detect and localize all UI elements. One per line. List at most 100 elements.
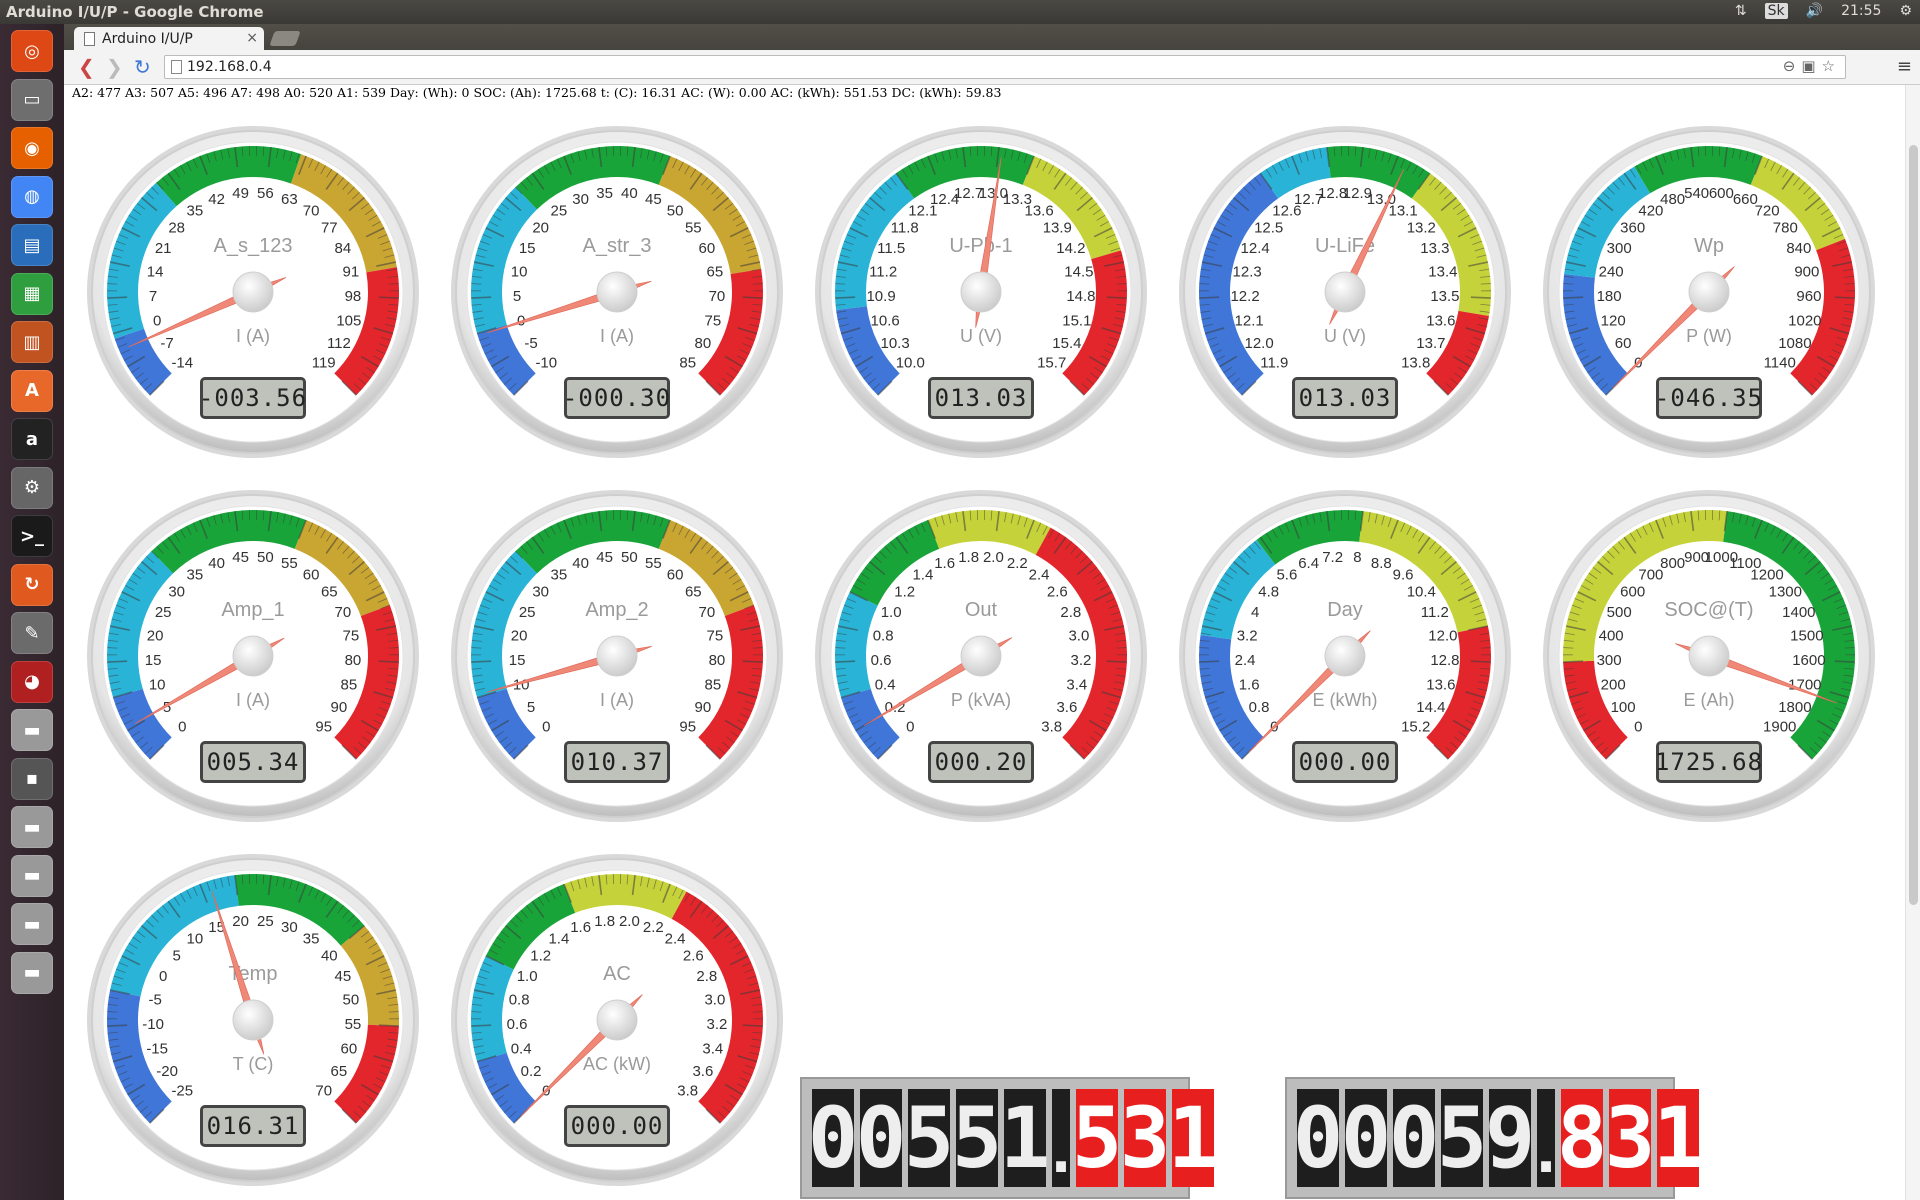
gimp-icon[interactable]: ✎ <box>11 612 53 654</box>
update-manager-icon[interactable]: ↻ <box>11 563 53 606</box>
gauge-tick-label: 180 <box>1597 288 1622 305</box>
gauge-tick-label: 200 <box>1601 677 1626 694</box>
gauge-g5: 0601201802403003604204805406006607207808… <box>1539 122 1879 462</box>
drive-icon[interactable]: ▬ <box>11 854 53 897</box>
gauge-tick <box>1470 660 1491 663</box>
volume-icon[interactable]: 🔊 <box>1806 3 1823 19</box>
impress-icon[interactable]: ▥ <box>11 321 53 363</box>
gauge-title: Amp_1 <box>221 599 284 621</box>
gauge-tick-label: 2.2 <box>643 919 664 936</box>
gauge-tick-label: 3.6 <box>692 1063 713 1080</box>
gauge-hub <box>1324 271 1366 313</box>
gauge-lcd-readout: 1725.68 <box>1655 741 1762 783</box>
gauge-tick-label: 240 <box>1599 263 1624 280</box>
browser-tab[interactable]: Arduino I/U/P × <box>74 27 264 50</box>
gauge-hub <box>232 999 274 1041</box>
gauge-tick-label: 56 <box>257 185 274 202</box>
software-center-icon[interactable]: A <box>11 369 53 412</box>
gauge-tick-label: 13.9 <box>1043 219 1072 236</box>
back-icon[interactable]: ❮ <box>78 55 95 79</box>
scrollbar-thumb[interactable] <box>1909 145 1918 905</box>
gauge-tick-label: 2.4 <box>1029 567 1050 584</box>
gauge-g4: 11.9 12.0 12.1 12.2 12.3 12.4 12.5 12.6 12.7 12.8… <box>1175 122 1515 462</box>
gauge-tick-label: 0.6 <box>507 1016 528 1033</box>
clock[interactable]: 21:55 <box>1841 3 1881 19</box>
files-icon[interactable]: ▭ <box>11 78 53 121</box>
gauge-tick-label: 13.2 <box>1407 219 1436 236</box>
gauge-lcd-readout: 000.00 <box>1292 741 1398 783</box>
bookmark-star-icon[interactable]: ☆ <box>1822 57 1841 75</box>
gauge-tick-label: 11.8 <box>891 219 919 236</box>
gauge-tick-label: 0 <box>1634 719 1642 736</box>
gauge-title: Wp <box>1694 235 1724 257</box>
gauge-title: Out <box>965 599 998 621</box>
gauge-g3: 10.0 10.3 10.6 10.9 11.2 11.5 11.8 12.1 12.4 12.7… <box>811 122 1151 462</box>
gauge-tick-label: 25 <box>257 913 274 930</box>
network-icon[interactable]: ◕ <box>11 660 53 703</box>
gauge-tick-label: 91 <box>343 263 360 280</box>
drive-icon[interactable]: ▬ <box>11 806 53 848</box>
chrome-menu-icon[interactable]: ≡ <box>1897 56 1912 77</box>
gauge-lcd-readout: -000.30 <box>563 377 670 419</box>
omnibox-tools[interactable]: ⊖▣☆ <box>1783 57 1841 75</box>
gauge-tick-label: 12.5 <box>1254 219 1283 236</box>
drive-icon[interactable]: ▬ <box>11 709 53 751</box>
drive-icon[interactable]: ▬ <box>11 951 53 994</box>
gauge-g7: 0 5 10 15 20 25 30 35 40 45 50 55 60 65 70 75 80 85 90 95 Am… <box>447 486 787 826</box>
gauge-units: I (A) <box>600 326 634 346</box>
firefox-icon[interactable]: ◉ <box>11 127 53 169</box>
drive-icon[interactable]: ▬ <box>11 903 53 945</box>
gauge-tick-label: 1.6 <box>1239 677 1260 694</box>
gauge-tick-label: 1900 <box>1763 719 1796 736</box>
gauge-lcd-readout: -046.35 <box>1655 377 1762 419</box>
terminal-icon[interactable]: >_ <box>11 515 53 557</box>
gauge-tick <box>742 660 763 663</box>
gauge-tick-label: 70 <box>709 288 726 305</box>
keyboard-layout-indicator[interactable]: Sk <box>1764 3 1788 19</box>
url-text[interactable]: 192.168.0.4 <box>187 59 272 75</box>
new-tab-button[interactable] <box>269 31 301 46</box>
gauge-tick-label: 25 <box>551 203 568 220</box>
gauge-tick-label: 30 <box>532 583 549 600</box>
gauge-tick-label: 13.6 <box>1426 313 1455 330</box>
gauge-tick-label: -14 <box>171 355 193 372</box>
gauge-tick <box>1106 660 1127 663</box>
forward-icon[interactable]: ❯ <box>106 55 123 79</box>
settings-icon[interactable]: ⚙ <box>11 466 53 509</box>
gauge-tick-label: 60 <box>303 567 320 584</box>
gauge-tick-label: 5 <box>173 947 181 964</box>
gauge-tick-label: 12.1 <box>1235 313 1264 330</box>
gauge-lcd-readout: -003.56 <box>199 377 306 419</box>
gauge-tick-label: 14.2 <box>1056 240 1085 257</box>
ubuntu-logo-icon[interactable]: ◎ <box>11 30 53 72</box>
calc-icon[interactable]: ▦ <box>11 272 53 315</box>
gauge-tick-label: 2.4 <box>665 931 686 948</box>
scrollbar[interactable] <box>1905 85 1920 1200</box>
network-icon[interactable]: ⇅ <box>1735 3 1747 19</box>
reload-icon[interactable]: ↻ <box>134 55 151 79</box>
translate-icon[interactable]: ▣ <box>1801 57 1821 75</box>
gauge-tick-label: 0.2 <box>521 1063 542 1080</box>
zoom-icon[interactable]: ⊖ <box>1783 57 1802 75</box>
counter-digit-fraction: 8 <box>1556 1089 1608 1187</box>
gauge-tick-label: 10.0 <box>896 355 925 372</box>
close-tab-icon[interactable]: × <box>246 30 258 46</box>
gauge-tick-label: 105 <box>336 313 361 330</box>
gear-icon[interactable]: ⚙ <box>1899 3 1912 19</box>
gauge-tick <box>471 1024 492 1027</box>
gauge-tick-label: 20 <box>147 627 164 644</box>
gauge-tick-label: 20 <box>532 219 549 236</box>
gauge-g6: 0 5 10 15 20 25 30 35 40 45 50 55 60 65 70 75 80 85 90 95 Am… <box>83 486 423 826</box>
address-bar[interactable]: 192.168.0.4 ⊖▣☆ <box>164 55 1846 79</box>
gauge-tick-label: 25 <box>519 604 536 621</box>
tab-title: Arduino I/U/P <box>102 31 193 47</box>
gauge-units: AC (kW) <box>583 1054 651 1074</box>
gauge-tick-label: 780 <box>1773 219 1798 236</box>
amazon-icon[interactable]: a <box>11 418 53 460</box>
gauge-lcd-readout: 013.03 <box>1292 377 1398 419</box>
gauge-tick-label: 12.2 <box>1230 288 1259 305</box>
chrome-icon[interactable]: ◍ <box>11 175 53 218</box>
writer-icon[interactable]: ▤ <box>11 224 53 266</box>
gauge-tick <box>1199 660 1220 663</box>
floppy-icon[interactable]: ▪ <box>11 757 53 800</box>
